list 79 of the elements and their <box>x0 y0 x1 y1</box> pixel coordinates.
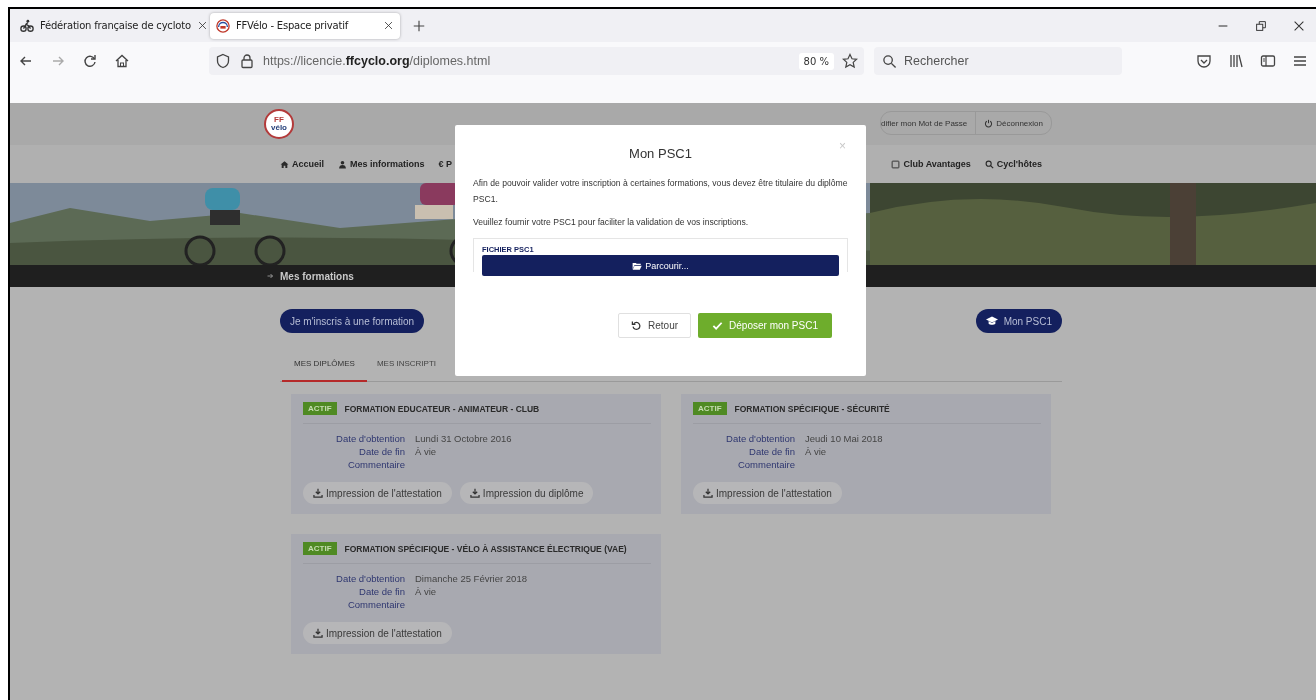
user-link[interactable]: difier mon Mot de Passe <box>881 118 968 128</box>
page-tab[interactable]: MES INSCRIPTI <box>366 355 445 381</box>
download-icon <box>313 628 323 638</box>
nav-link[interactable]: Club Avantages <box>891 159 971 169</box>
pocket-icon[interactable] <box>1196 53 1212 69</box>
library-icon[interactable] <box>1228 53 1244 69</box>
field-label: Commentaire <box>736 459 795 470</box>
page-tab[interactable]: MES DIPLÔMES <box>282 355 367 382</box>
search-icon <box>984 159 994 169</box>
browser-tab[interactable]: FFVélo - Espace privatif <box>210 12 400 39</box>
sidebar-icon[interactable] <box>1260 53 1276 69</box>
download-icon <box>313 488 323 498</box>
address-bar[interactable]: https://licencie.ffcyclo.org/diplomes.html 80 % <box>209 47 864 75</box>
search-field[interactable]: Rechercher <box>874 47 1122 75</box>
user-link[interactable]: Déconnexion <box>996 118 1043 128</box>
diploma-title: FORMATION EDUCATEUR - ANIMATEUR - CLUB <box>344 403 540 414</box>
site-logo[interactable]: FF vélo <box>264 109 294 139</box>
user-icon <box>338 159 347 169</box>
folder-icon <box>632 260 643 271</box>
field-label: Commentaire <box>346 459 405 470</box>
reload-icon[interactable] <box>82 53 98 69</box>
home-icon[interactable] <box>114 53 130 69</box>
field-value: À vie <box>415 586 438 597</box>
download-icon <box>469 488 480 498</box>
home-icon <box>280 159 289 169</box>
close-tab-icon[interactable] <box>196 20 208 31</box>
site-logo-icon <box>216 18 230 33</box>
status-badge: ACTIF <box>303 542 337 555</box>
field-label: Date d'obtention <box>335 433 405 444</box>
modal-title: Mon PSC1 <box>629 145 692 161</box>
shield-icon[interactable] <box>215 53 231 69</box>
diploma-title: FORMATION SPÉCIFIQUE - SÉCURITÉ <box>734 403 890 414</box>
field-label: Commentaire <box>346 599 405 610</box>
field-value: Lundi 31 Octobre 2016 <box>415 433 513 444</box>
print-button[interactable]: Impression de l'attestation <box>693 482 842 504</box>
new-tab-icon[interactable] <box>412 18 426 33</box>
menu-icon[interactable] <box>1292 53 1308 69</box>
restore-icon[interactable] <box>1254 18 1268 33</box>
print-button[interactable]: Impression de l'attestation <box>303 482 452 504</box>
modal-text: Veuillez fournir votre PSC1 pour faciliter la validation de vos inscriptions. <box>473 216 750 229</box>
status-badge: ACTIF <box>693 402 727 415</box>
close-tab-icon[interactable] <box>383 20 394 31</box>
field-label: Date de fin <box>358 586 405 597</box>
diploma-title: FORMATION SPÉCIFIQUE - VÉLO À ASSISTANCE ÉLECTRIQUE (VAE) <box>344 543 627 554</box>
field-label: Date d'obtention <box>335 573 405 584</box>
download-icon <box>703 488 713 498</box>
nav-link[interactable]: Accueil <box>280 159 324 169</box>
status-badge: ACTIF <box>303 402 337 415</box>
undo-icon <box>631 320 643 331</box>
register-button[interactable]: Je m'inscris à une formation <box>280 309 425 333</box>
field-label: Date d'obtention <box>725 433 795 444</box>
breadcrumb[interactable]: Mes formations <box>280 270 354 282</box>
tab-title: Fédération française de cycloto <box>40 20 191 31</box>
nav-link[interactable]: Mes informations <box>338 159 425 169</box>
field-label: Date de fin <box>748 446 795 457</box>
url-text: https://licencie.ffcyclo.org/diplomes.html <box>263 54 492 68</box>
check-icon <box>712 320 724 331</box>
nav-link[interactable]: € P <box>438 159 453 169</box>
modal-text: Afin de pouvoir valider votre inscription à certaines formations, vous devez être titulaire du diplôme PSC1. <box>473 177 848 206</box>
lock-icon <box>239 53 255 69</box>
browse-button[interactable]: Parcourir... <box>482 255 839 276</box>
field-label: Date de fin <box>358 446 405 457</box>
graduation-cap-icon <box>985 315 998 327</box>
print-button[interactable]: Impression de l'attestation <box>303 622 452 644</box>
print-button[interactable]: Impression du diplôme <box>459 482 594 504</box>
field-value: Dimanche 25 Février 2018 <box>415 573 528 584</box>
back-button[interactable]: Retour <box>618 313 692 338</box>
square-icon <box>891 159 901 169</box>
cyclist-icon <box>20 18 34 33</box>
field-value: À vie <box>415 446 438 457</box>
bookmark-star-icon[interactable] <box>842 53 858 69</box>
zoom-level[interactable]: 80 % <box>798 52 834 70</box>
field-value: À vie <box>805 446 828 457</box>
field-value: Jeudi 10 Mai 2018 <box>805 433 884 444</box>
psc1-button[interactable]: Mon PSC1 <box>975 309 1062 333</box>
nav-link[interactable]: Cycl'hôtes <box>984 159 1042 169</box>
power-icon <box>984 118 994 128</box>
browser-tab[interactable]: Fédération française de cycloto <box>14 12 204 39</box>
tab-title: FFVélo - Espace privatif <box>236 20 350 31</box>
